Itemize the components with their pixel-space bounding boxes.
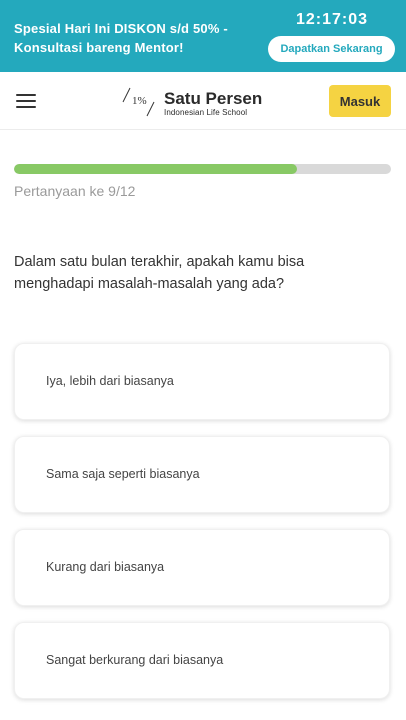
- progress-label: Pertanyaan ke 9/12: [14, 183, 136, 199]
- progress-bar: [14, 164, 391, 174]
- answer-option-label: Kurang dari biasanya: [46, 560, 165, 574]
- answer-option-label: Sangat berkurang dari biasanya: [46, 653, 224, 667]
- logo-tagline: Indonesian Life School: [164, 108, 248, 117]
- question-text: Dalam satu bulan terakhir, apakah kamu b…: [14, 254, 305, 292]
- countdown-timer: 12:17:03: [295, 11, 369, 28]
- promo-text: Spesial Hari Ini DISKON s/d 50% - Konsul…: [14, 21, 228, 55]
- answer-option-1[interactable]: Iya, lebih dari biasanya: [14, 343, 390, 420]
- answer-option-2[interactable]: Sama saja seperti biasanya: [14, 436, 390, 513]
- progress-bar-fill: [14, 164, 297, 174]
- answer-option-3[interactable]: Kurang dari biasanya: [14, 529, 390, 606]
- answer-option-label: Iya, lebih dari biasanya: [46, 374, 174, 388]
- logo-percent-mark: 1%: [132, 95, 147, 107]
- hamburger-line: [16, 94, 36, 96]
- logo-name: Satu Persen: [164, 89, 263, 108]
- answer-option-4[interactable]: Sangat berkurang dari biasanya: [14, 622, 390, 699]
- satu-persen-logo[interactable]: 1% Satu Persen Indonesian Life School: [120, 84, 270, 120]
- top-navbar: 1% Satu Persen Indonesian Life School Ma…: [0, 72, 406, 130]
- hamburger-line: [16, 106, 36, 108]
- answer-option-label: Sama saja seperti biasanya: [46, 467, 200, 481]
- login-button[interactable]: Masuk: [329, 85, 391, 117]
- promo-banner: Spesial Hari Ini DISKON s/d 50% - Konsul…: [0, 0, 406, 72]
- hamburger-menu-icon[interactable]: [16, 94, 36, 108]
- get-now-button[interactable]: Dapatkan Sekarang: [268, 36, 395, 62]
- hamburger-line: [16, 100, 36, 102]
